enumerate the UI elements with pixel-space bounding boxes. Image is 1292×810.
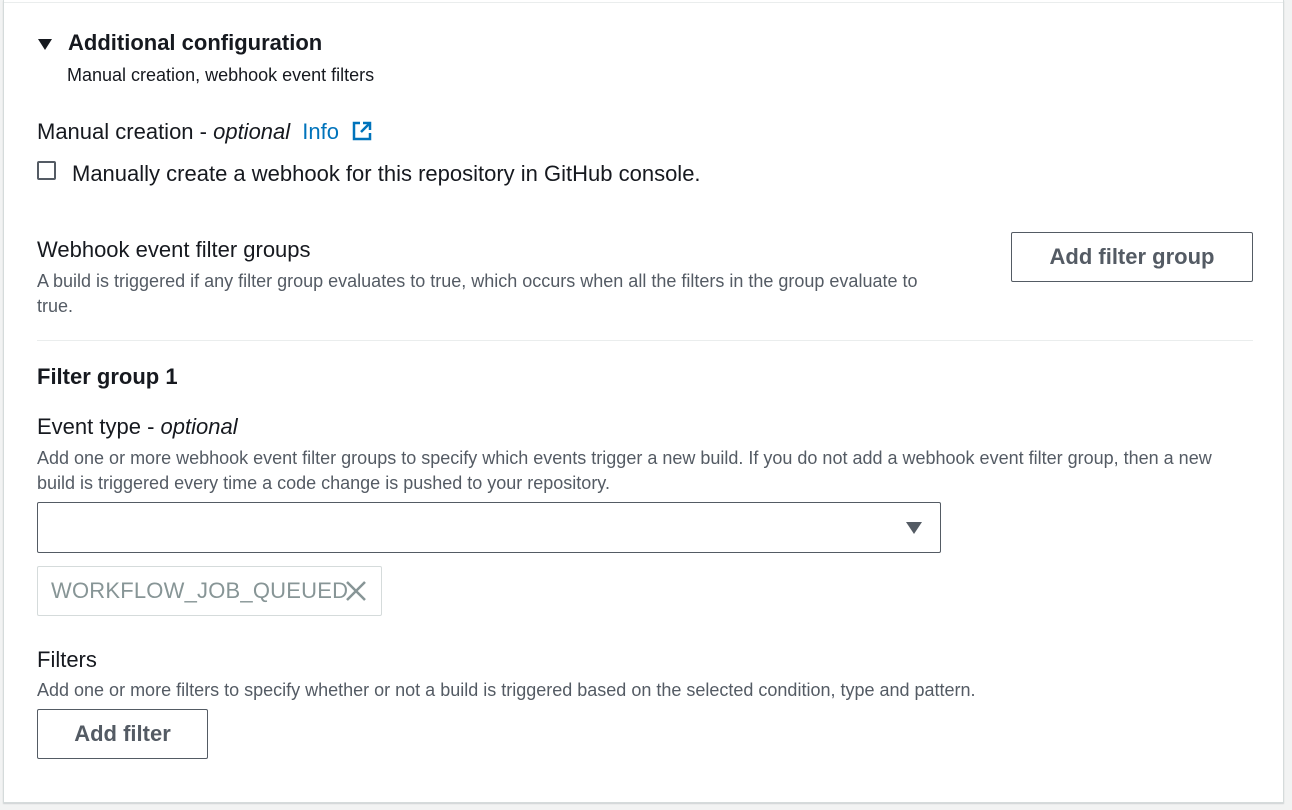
expander-description: Manual creation, webhook event filters bbox=[67, 65, 375, 85]
expander-title: Additional configuration bbox=[68, 30, 323, 55]
close-icon[interactable] bbox=[345, 580, 367, 607]
external-link-icon[interactable] bbox=[351, 120, 373, 148]
event-type-label: Event type - optional bbox=[37, 414, 238, 440]
manual-webhook-checkbox-label[interactable]: Manually create a webhook for this repos… bbox=[72, 161, 701, 187]
caret-down-icon bbox=[38, 38, 52, 50]
event-type-token: WORKFLOW_JOB_QUEUED bbox=[37, 566, 382, 616]
top-divider bbox=[4, 2, 1283, 3]
manual-webhook-checkbox[interactable] bbox=[37, 161, 56, 180]
token-label: WORKFLOW_JOB_QUEUED bbox=[51, 578, 349, 603]
filters-description: Add one or more filters to specify wheth… bbox=[37, 680, 976, 700]
optional-tag: optional bbox=[160, 414, 238, 439]
section-divider bbox=[37, 340, 1253, 341]
event-type-description: Add one or more webhook event filter gro… bbox=[37, 448, 1212, 493]
add-filter-group-button[interactable]: Add filter group bbox=[1011, 232, 1253, 282]
additional-configuration-expander[interactable]: Additional configuration bbox=[38, 30, 322, 56]
filters-label: Filters bbox=[37, 647, 97, 672]
manual-creation-label-text: Manual creation - bbox=[37, 119, 214, 144]
caret-down-icon bbox=[906, 522, 922, 534]
info-link[interactable]: Info bbox=[302, 119, 339, 144]
configuration-panel: Additional configuration Manual creation… bbox=[3, 0, 1284, 803]
add-filter-button[interactable]: Add filter bbox=[37, 709, 208, 759]
event-type-select[interactable] bbox=[37, 502, 941, 553]
webhook-groups-title: Webhook event filter groups bbox=[37, 237, 311, 262]
manual-creation-label: Manual creation - optional Info bbox=[37, 119, 373, 148]
event-type-label-text: Event type - bbox=[37, 414, 161, 439]
optional-tag: optional bbox=[213, 119, 291, 144]
filter-group-title: Filter group 1 bbox=[37, 364, 178, 389]
webhook-groups-description: A build is triggered if any filter group… bbox=[37, 271, 918, 316]
